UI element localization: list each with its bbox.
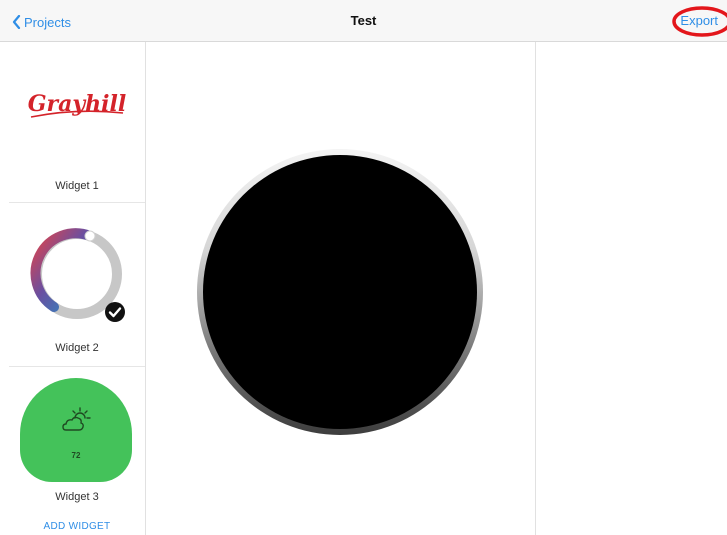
widget-1-card[interactable]: Grayhill Widget 1 xyxy=(9,42,145,203)
back-label: Projects xyxy=(24,14,71,30)
page-title: Test xyxy=(350,13,377,28)
checkmark-badge-icon xyxy=(105,302,125,322)
chevron-left-icon xyxy=(12,15,21,29)
navigation-bar: Projects Test Export xyxy=(0,0,727,42)
widget-2-card[interactable]: Widget 2 xyxy=(9,204,145,367)
widget-3-label: Widget 3 xyxy=(55,491,99,503)
widget-3-card[interactable]: 72 Widget 3 xyxy=(9,368,145,508)
widget-1-label: Widget 1 xyxy=(55,180,99,192)
knob-widget-preview[interactable] xyxy=(197,149,483,435)
grayhill-logo: Grayhill xyxy=(28,91,126,118)
back-button[interactable]: Projects xyxy=(12,12,71,32)
knob-face xyxy=(203,155,477,429)
export-highlight-circle xyxy=(672,6,727,37)
partly-sunny-icon xyxy=(62,407,91,431)
svg-text:Grayhill: Grayhill xyxy=(28,91,126,117)
widget-sidebar: Grayhill Widget 1 Widget 2 72 Widget 3 A… xyxy=(0,42,146,535)
design-canvas[interactable] xyxy=(146,42,536,535)
temperature-value: 72 xyxy=(71,451,81,460)
properties-panel xyxy=(536,42,727,535)
add-widget-button[interactable]: ADD WIDGET xyxy=(9,521,145,532)
weather-widget-thumbnail: 72 xyxy=(20,378,132,482)
widget-2-label: Widget 2 xyxy=(55,342,99,354)
